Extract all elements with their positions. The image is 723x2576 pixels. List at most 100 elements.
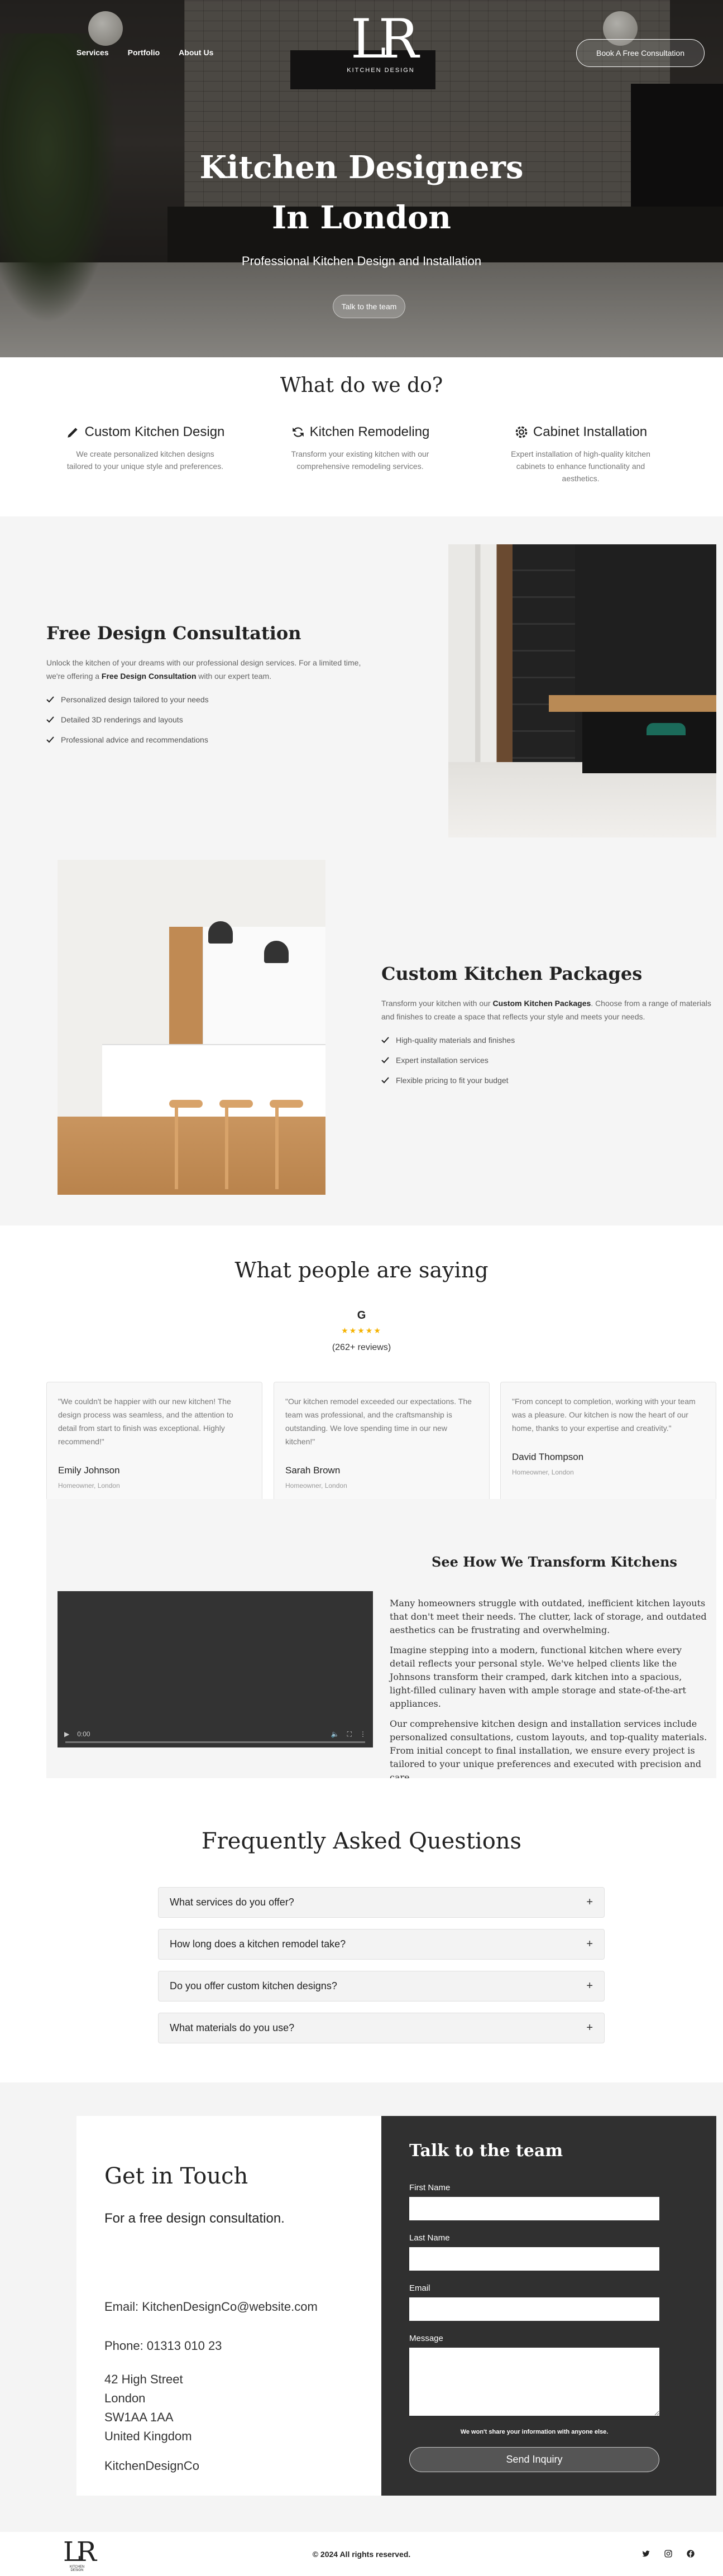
testimonials-section: What people are saying G ★★★★★ (262+ rev… xyxy=(0,1225,723,1514)
privacy-note: We won't share your information with any… xyxy=(460,2429,609,2435)
nav-about-us[interactable]: About Us xyxy=(179,48,213,57)
plus-icon[interactable]: + xyxy=(586,1938,593,1951)
copyright: © 2024 All rights reserved. xyxy=(312,2550,411,2559)
logo-subtitle: KITCHEN DESIGN xyxy=(347,67,415,74)
last-name-field[interactable] xyxy=(409,2247,659,2271)
testimonial-name: David Thompson xyxy=(512,1452,584,1462)
list-item: Personalized design tailored to your nee… xyxy=(46,690,381,710)
check-icon xyxy=(46,716,54,723)
service-title: Custom Kitchen Design xyxy=(84,424,225,439)
contact-email[interactable]: Email: KitchenDesignCo@website.com xyxy=(104,2297,318,2316)
instagram-icon[interactable] xyxy=(663,2549,673,2559)
service-item: Kitchen Remodeling Transform your existi… xyxy=(279,424,441,472)
twitter-icon[interactable] xyxy=(641,2549,651,2559)
volume-icon[interactable]: 🔈 xyxy=(331,1730,339,1738)
testimonials-heading: What people are saying xyxy=(234,1258,489,1282)
site-logo[interactable]: LR KITCHEN DESIGN xyxy=(344,8,419,74)
contact-phone[interactable]: Phone: 01313 010 23 xyxy=(104,2336,222,2355)
last-name-label: Last Name xyxy=(409,2233,450,2243)
faq-question: How long does a kitchen remodel take? xyxy=(170,1938,346,1950)
contact-heading: Get in Touch xyxy=(104,2163,248,2189)
feature-bullets: Personalized design tailored to your nee… xyxy=(46,690,381,750)
hero-title: Kitchen Designers In London xyxy=(199,149,524,236)
plus-icon[interactable]: + xyxy=(586,1896,593,1909)
faq-item[interactable]: Do you offer custom kitchen designs? + xyxy=(158,1971,605,2002)
hero-section: Services Portfolio About Us LR KITCHEN D… xyxy=(0,0,723,357)
facebook-icon[interactable] xyxy=(686,2549,696,2559)
faq-item[interactable]: What services do you offer? + xyxy=(158,1887,605,1918)
logo-mark: LR xyxy=(350,8,419,70)
check-icon xyxy=(46,696,54,703)
email-label: Email xyxy=(409,2283,430,2293)
list-item: Expert installation services xyxy=(381,1050,716,1070)
feature-text: Unlock the kitchen of your dreams with o… xyxy=(46,658,361,681)
testimonial-name: Sarah Brown xyxy=(285,1465,341,1476)
check-icon xyxy=(381,1077,389,1084)
play-icon[interactable]: ▶ xyxy=(64,1730,69,1738)
contact-form: Talk to the team First Name Last Name Em… xyxy=(381,2116,716,2496)
pencil-icon xyxy=(67,428,78,438)
email-field[interactable] xyxy=(409,2297,659,2321)
more-options-icon[interactable]: ⋮ xyxy=(360,1730,366,1738)
feature-consultation: Free Design Consultation Unlock the kitc… xyxy=(46,623,381,750)
video-section: ▶ 0:00 🔈 ⛶ ⋮ See How We Transform Kitche… xyxy=(46,1499,716,1783)
fullscreen-icon[interactable]: ⛶ xyxy=(347,1730,352,1739)
service-description: We create personalized kitchen designs t… xyxy=(66,449,224,471)
video-controls: ▶ 0:00 🔈 ⛶ ⋮ xyxy=(64,1728,366,1740)
list-item: High-quality materials and finishes xyxy=(381,1030,716,1050)
first-name-label: First Name xyxy=(409,2183,451,2192)
sync-icon xyxy=(292,427,304,437)
video-time: 0:00 xyxy=(77,1730,90,1738)
faq-item[interactable]: What materials do you use? + xyxy=(158,2013,605,2043)
service-item: Custom Kitchen Design We create personal… xyxy=(64,424,226,472)
check-icon xyxy=(381,1037,389,1043)
video-heading: See How We Transform Kitchens xyxy=(432,1554,677,1570)
nav-portfolio[interactable]: Portfolio xyxy=(128,48,160,57)
testimonial-role: Homeowner, London xyxy=(285,1482,347,1490)
google-icon: G xyxy=(357,1309,366,1321)
message-field[interactable] xyxy=(409,2348,659,2416)
footer: LR KITCHEN DESIGN © 2024 All rights rese… xyxy=(0,2532,723,2576)
faq-item[interactable]: How long does a kitchen remodel take? + xyxy=(158,1929,605,1960)
faq-question: What services do you offer? xyxy=(170,1897,294,1908)
plus-icon[interactable]: + xyxy=(586,1980,593,1993)
form-title: Talk to the team xyxy=(409,2141,563,2161)
video-progress-bar[interactable] xyxy=(65,1741,365,1743)
testimonial-quote: "We couldn't be happier with our new kit… xyxy=(58,1397,233,1446)
feature-title: Custom Kitchen Packages xyxy=(381,963,643,984)
list-item: Detailed 3D renderings and layouts xyxy=(46,710,381,730)
service-description: Expert installation of high-quality kitc… xyxy=(511,449,650,483)
check-icon xyxy=(381,1057,389,1064)
plus-icon[interactable]: + xyxy=(586,2022,593,2034)
review-count: (262+ reviews) xyxy=(332,1343,391,1352)
testimonial-card: "We couldn't be happier with our new kit… xyxy=(46,1382,262,1514)
feature-bullets: High-quality materials and finishes Expe… xyxy=(381,1030,716,1090)
contact-section: Get in Touch For a free design consultat… xyxy=(0,2082,723,2532)
list-item: Flexible pricing to fit your budget xyxy=(381,1070,716,1090)
book-consultation-button[interactable]: Book A Free Consultation xyxy=(576,39,705,67)
features-section: Free Design Consultation Unlock the kitc… xyxy=(0,516,723,1225)
testimonial-role: Homeowner, London xyxy=(512,1468,574,1476)
video-paragraph: Many homeowners struggle with outdated, … xyxy=(390,1598,707,1635)
talk-to-team-button[interactable]: Talk to the team xyxy=(333,295,405,318)
testimonial-name: Emily Johnson xyxy=(58,1465,120,1476)
contact-subheading: For a free design consultation. xyxy=(104,2211,285,2226)
packages-kitchen-image xyxy=(58,860,325,1195)
services-heading: What do we do? xyxy=(280,374,443,397)
video-text: Many homeowners struggle with outdated, … xyxy=(390,1597,708,1791)
testimonial-quote: "From concept to completion, working wit… xyxy=(512,1397,696,1433)
video-paragraph: Our comprehensive kitchen design and ins… xyxy=(390,1718,707,1783)
check-icon xyxy=(46,736,54,743)
send-inquiry-button[interactable]: Send Inquiry xyxy=(409,2447,659,2472)
faq-question: Do you offer custom kitchen designs? xyxy=(170,1980,337,1991)
video-player[interactable]: ▶ 0:00 🔈 ⛶ ⋮ xyxy=(58,1591,373,1747)
faq-question: What materials do you use? xyxy=(170,2022,295,2033)
service-item: Cabinet Installation Expert installation… xyxy=(500,424,662,485)
nav-services[interactable]: Services xyxy=(76,48,109,57)
testimonial-quote: "Our kitchen remodel exceeded our expect… xyxy=(285,1397,472,1446)
rating-stars: ★★★★★ xyxy=(341,1326,382,1335)
service-title: Kitchen Remodeling xyxy=(309,424,430,439)
contact-company: KitchenDesignCo xyxy=(104,2459,199,2473)
gear-icon xyxy=(515,426,528,438)
first-name-field[interactable] xyxy=(409,2197,659,2220)
